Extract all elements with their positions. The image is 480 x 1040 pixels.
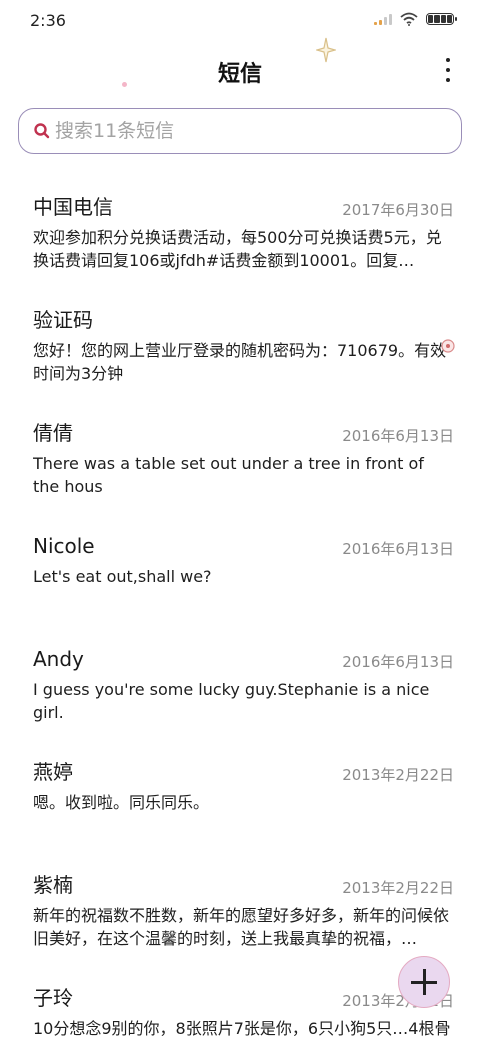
message-preview: I guess you're some lucky guy.Stephanie … <box>33 680 430 722</box>
message-item[interactable]: 验证码 您好！您的网上营业厅登录的随机密码为：710679。有效时间为3分钟 <box>0 289 480 402</box>
sender-name: 验证码 <box>33 308 93 332</box>
plus-icon <box>411 969 437 995</box>
message-preview: 您好！您的网上营业厅登录的随机密码为：710679。有效时间为3分钟 <box>33 341 447 383</box>
message-preview: 欢迎参加积分兑换话费活动，每500分可兑换话费5元，兑换话费请回复106或jfd… <box>33 228 442 270</box>
message-list: 中国电信 2017年6月30日 欢迎参加积分兑换话费活动，每500分可兑换话费5… <box>0 176 480 1040</box>
more-icon[interactable] <box>444 58 452 82</box>
search-input[interactable] <box>55 120 435 142</box>
message-date: 2013年2月22日 <box>342 766 454 784</box>
message-date: 2013年2月22日 <box>342 879 454 897</box>
message-date: 2016年6月13日 <box>342 427 454 445</box>
message-date: 2016年6月13日 <box>342 653 454 671</box>
message-preview: There was a table set out under a tree i… <box>33 454 424 496</box>
message-item[interactable]: Andy 2016年6月13日 I guess you're some luck… <box>0 628 480 741</box>
compose-button[interactable] <box>398 956 450 1008</box>
message-item[interactable]: 中国电信 2017年6月30日 欢迎参加积分兑换话费活动，每500分可兑换话费5… <box>0 176 480 289</box>
decorative-dot <box>122 82 127 87</box>
message-preview: Let's eat out,shall we? <box>33 567 212 586</box>
search-bar[interactable] <box>18 108 462 154</box>
search-icon <box>34 123 50 139</box>
security-badge-icon <box>441 339 455 353</box>
message-item[interactable]: 燕婷 2013年2月22日 嗯。收到啦。同乐同乐。 <box>0 741 480 854</box>
page-title: 短信 <box>217 62 262 87</box>
sparkle-icon <box>316 37 336 63</box>
wifi-icon <box>400 12 418 26</box>
message-item[interactable]: 紫楠 2013年2月22日 新年的祝福数不胜数，新年的愿望好多好多，新年的问候依… <box>0 854 480 967</box>
message-preview: 嗯。收到啦。同乐同乐。 <box>33 793 210 812</box>
message-item[interactable]: Nicole 2016年6月13日 Let's eat out,shall we… <box>0 515 480 628</box>
battery-icon <box>426 13 457 25</box>
message-date: 2016年6月13日 <box>342 540 454 558</box>
title-bar: 短信 <box>0 40 480 100</box>
status-icons <box>374 12 457 26</box>
status-time: 2:36 <box>30 11 66 30</box>
message-preview: 10分想念9别的你，8张照片7张是你，6只小狗5只…4根骨头3根归你，2爪着地1… <box>33 1019 451 1038</box>
message-date: 2017年6月30日 <box>342 201 454 219</box>
message-preview: 新年的祝福数不胜数，新年的愿望好多好多，新年的问候依旧美好，在这个温馨的时刻，送… <box>33 906 450 948</box>
status-bar: 2:36 <box>0 0 480 40</box>
signal-icon <box>374 13 392 25</box>
message-item[interactable]: 倩倩 2016年6月13日 There was a table set out … <box>0 402 480 515</box>
